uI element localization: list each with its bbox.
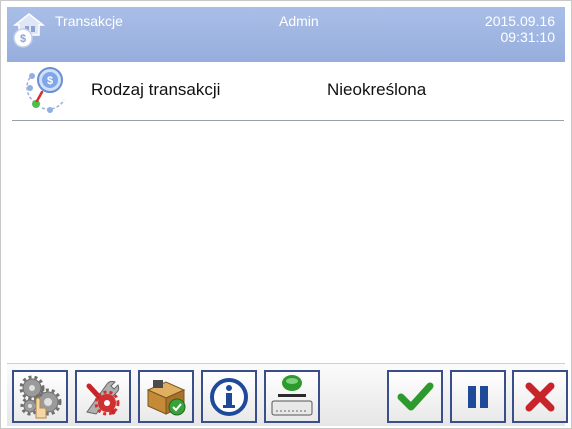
gears-touch-icon <box>19 375 62 419</box>
header-bar: $ Transakcje Admin 2015.09.16 09:31:10 <box>7 7 565 62</box>
box-check-icon <box>146 380 186 416</box>
datetime: 2015.09.16 09:31:10 <box>485 13 555 45</box>
tools-settings-button[interactable] <box>75 370 131 423</box>
cancel-button[interactable] <box>512 370 568 423</box>
transaction-type-row[interactable]: $ Rodzaj transakcji Nieokreślona <box>12 64 564 116</box>
info-button[interactable] <box>201 370 257 423</box>
bottom-toolbar <box>7 363 568 426</box>
pause-icon <box>468 386 488 408</box>
checkmark-icon <box>397 382 434 411</box>
svg-text:$: $ <box>20 33 26 45</box>
date-text: 2015.09.16 <box>484 13 555 29</box>
row-label: Rodzaj transakcji <box>91 80 221 99</box>
tools-gear-icon <box>86 380 120 416</box>
weighing-pan-button[interactable] <box>264 370 320 423</box>
scale-pan-icon <box>271 375 313 416</box>
transaction-type-icon: $ <box>26 67 65 113</box>
row-value: Nieokreślona <box>327 80 427 99</box>
money-home-icon: $ <box>12 13 46 48</box>
row-divider <box>12 120 564 121</box>
time-text: 09:31:10 <box>500 29 556 45</box>
svg-text:$: $ <box>47 75 53 87</box>
pause-button[interactable] <box>450 370 506 423</box>
screen-title: Transakcje <box>55 13 123 29</box>
user-name: Admin <box>279 13 319 29</box>
confirm-button[interactable] <box>387 370 443 423</box>
info-icon <box>210 378 248 416</box>
products-database-button[interactable] <box>138 370 194 423</box>
settings-gears-button[interactable] <box>12 370 68 423</box>
close-x-icon <box>525 382 555 412</box>
